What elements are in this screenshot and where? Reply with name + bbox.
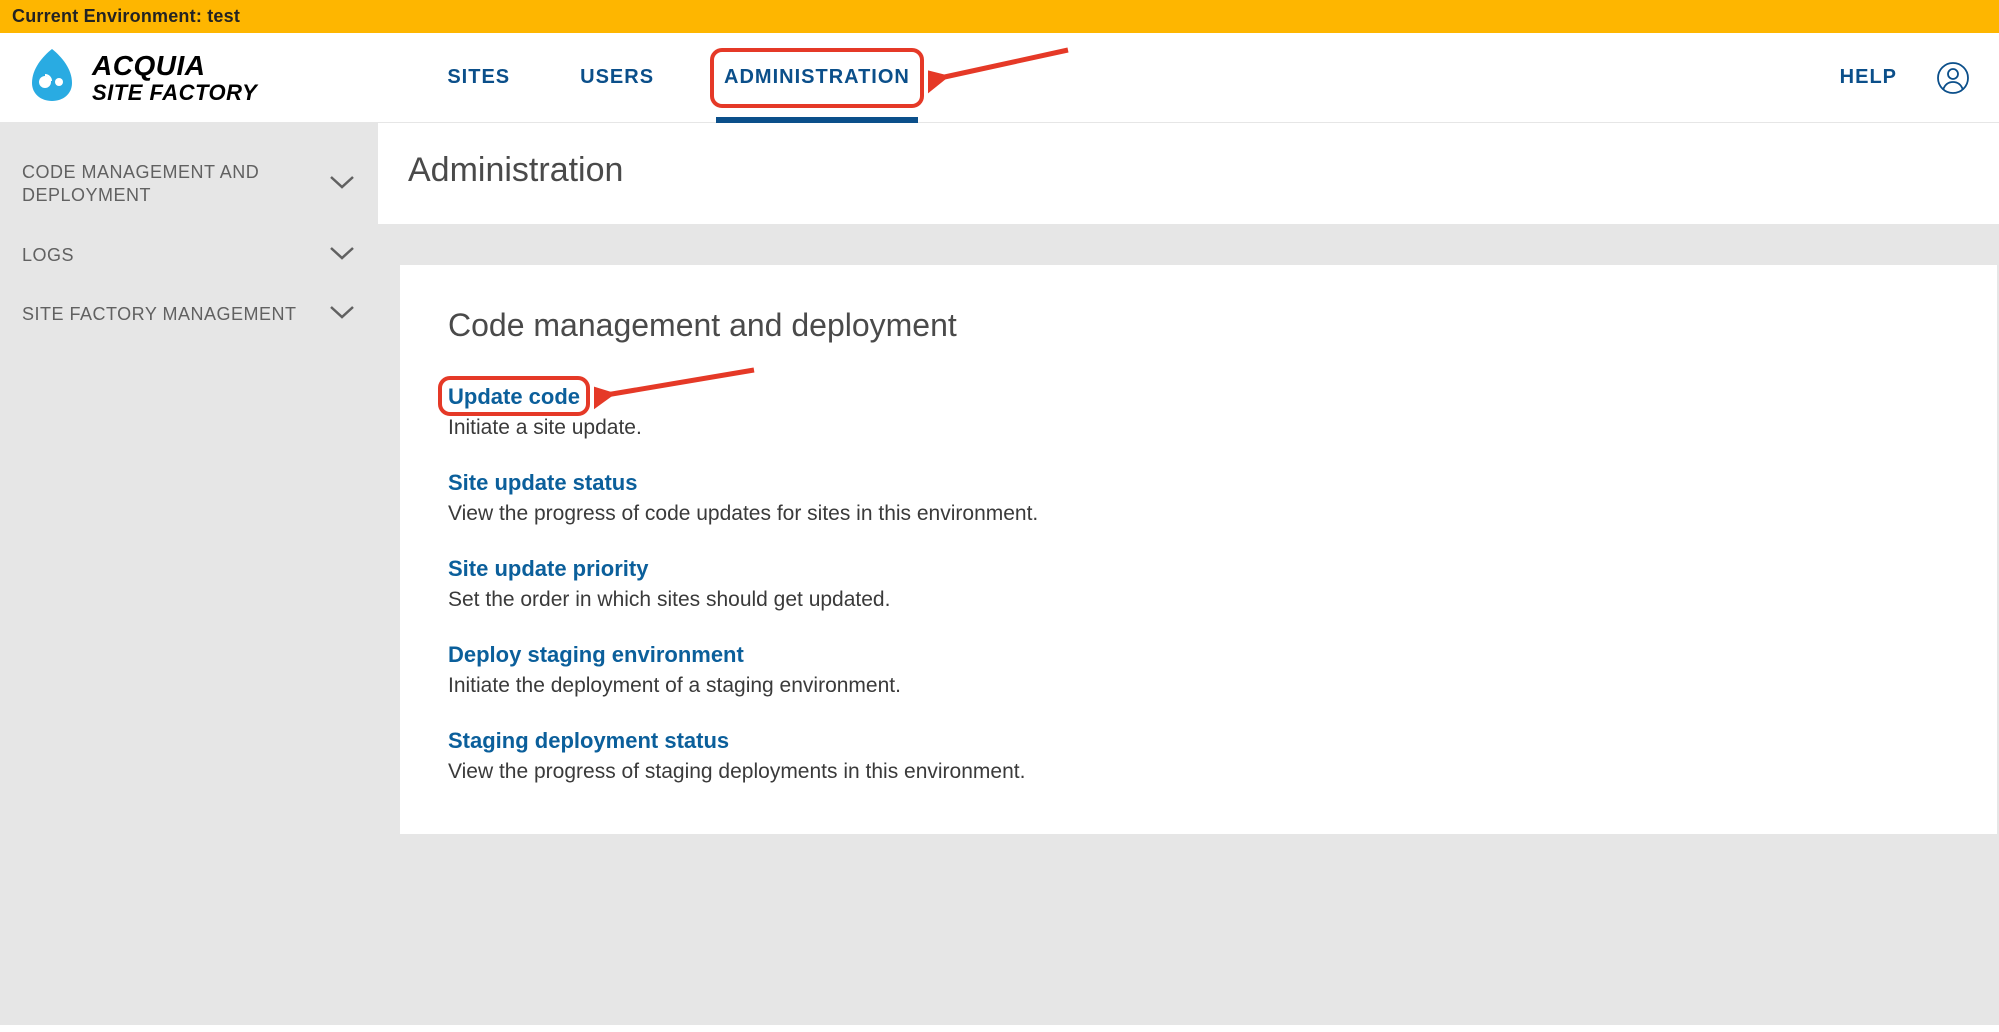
- tab-sites[interactable]: SITES: [447, 33, 510, 122]
- sidebar-item-label: CODE MANAGEMENT AND DEPLOYMENT: [22, 161, 302, 208]
- page-header: Administration: [378, 123, 1999, 225]
- tab-label: ADMINISTRATION: [724, 66, 910, 89]
- chevron-down-icon: [328, 303, 356, 326]
- option-link[interactable]: Update code: [448, 384, 580, 410]
- help-link[interactable]: HELP: [1840, 66, 1897, 89]
- tab-administration[interactable]: ADMINISTRATION: [724, 33, 910, 122]
- option-deploy-staging: Deploy staging environment Initiate the …: [448, 642, 1949, 698]
- brand-line2: SITE FACTORY: [92, 82, 257, 104]
- option-desc: View the progress of code updates for si…: [448, 502, 1949, 526]
- acquia-logo-icon: [24, 47, 80, 108]
- option-link[interactable]: Site update priority: [448, 556, 648, 582]
- option-link[interactable]: Site update status: [448, 470, 637, 496]
- sidebar-item-code-management[interactable]: CODE MANAGEMENT AND DEPLOYMENT: [0, 143, 378, 226]
- chevron-down-icon: [328, 173, 356, 196]
- nav-right: HELP: [1840, 62, 1969, 94]
- page-title: Administration: [408, 151, 1969, 190]
- option-desc: Set the order in which sites should get …: [448, 588, 1949, 612]
- tab-label: USERS: [580, 66, 654, 89]
- brand-line1: ACQUIA: [92, 52, 257, 80]
- option-link[interactable]: Staging deployment status: [448, 728, 729, 754]
- main-content: Administration Code management and deplo…: [378, 123, 1999, 1025]
- sidebar-item-label: LOGS: [22, 244, 74, 267]
- option-update-code: Update code Initiate a site update.: [448, 384, 1949, 440]
- tab-label: SITES: [447, 66, 510, 89]
- brand-text: ACQUIA SITE FACTORY: [92, 52, 257, 104]
- user-avatar-icon[interactable]: [1937, 62, 1969, 94]
- tab-users[interactable]: USERS: [580, 33, 654, 122]
- sidebar-item-label: SITE FACTORY MANAGEMENT: [22, 303, 297, 326]
- option-staging-deployment-status: Staging deployment status View the progr…: [448, 728, 1949, 784]
- sidebar-item-site-factory-management[interactable]: SITE FACTORY MANAGEMENT: [0, 285, 378, 344]
- top-nav: ACQUIA SITE FACTORY SITES USERS ADMINIST…: [0, 33, 1999, 123]
- environment-banner: Current Environment: test: [0, 0, 1999, 33]
- content-card: Code management and deployment Update co…: [400, 265, 1997, 834]
- option-desc: View the progress of staging deployments…: [448, 760, 1949, 784]
- option-site-update-status: Site update status View the progress of …: [448, 470, 1949, 526]
- brand[interactable]: ACQUIA SITE FACTORY: [24, 47, 257, 108]
- option-desc: Initiate a site update.: [448, 416, 1949, 440]
- environment-label: Current Environment: test: [12, 6, 240, 26]
- chevron-down-icon: [328, 244, 356, 267]
- nav-tabs: SITES USERS ADMINISTRATION: [337, 33, 1839, 122]
- sidebar-item-logs[interactable]: LOGS: [0, 226, 378, 285]
- option-desc: Initiate the deployment of a staging env…: [448, 674, 1949, 698]
- option-site-update-priority: Site update priority Set the order in wh…: [448, 556, 1949, 612]
- option-link[interactable]: Deploy staging environment: [448, 642, 744, 668]
- section-title: Code management and deployment: [448, 307, 1949, 344]
- sidebar: CODE MANAGEMENT AND DEPLOYMENT LOGS SITE…: [0, 123, 378, 1025]
